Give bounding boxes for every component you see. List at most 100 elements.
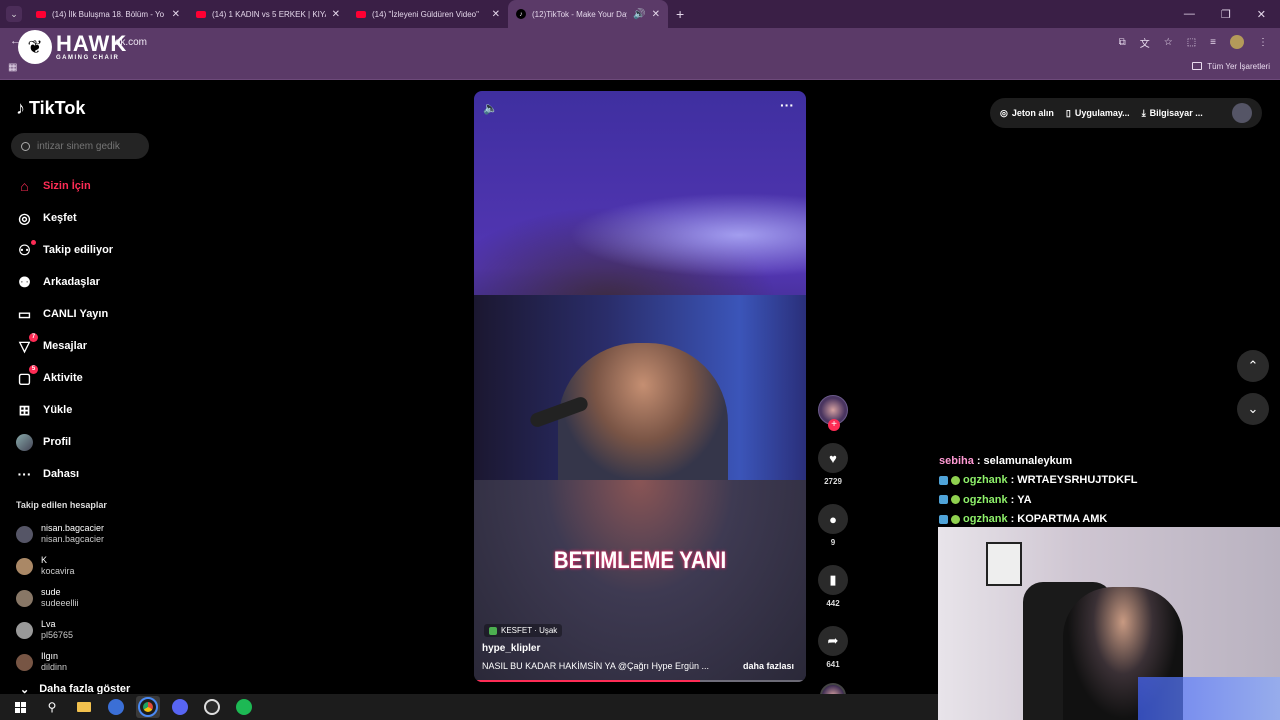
nav-label: Takip ediliyor xyxy=(43,244,114,256)
nav-friends[interactable]: ⚉ Arkadaşlar xyxy=(16,266,176,298)
list-item[interactable]: Lva pl56765 xyxy=(16,614,166,646)
close-window-icon[interactable]: ✕ xyxy=(1257,8,1266,21)
list-item[interactable]: sude sudeeellii xyxy=(16,582,166,614)
comment-action[interactable]: ● 9 xyxy=(816,504,850,547)
desktop-app-button[interactable]: ⤓ Bilgisayar ... xyxy=(1142,108,1203,119)
location-label: KESFET · Uşak xyxy=(501,626,558,635)
discord-icon[interactable] xyxy=(168,696,192,718)
profile-avatar xyxy=(16,433,33,451)
search-input[interactable] xyxy=(37,140,137,152)
nav-upload[interactable]: ⊞ Yükle xyxy=(16,394,176,426)
browser-tab-strip: ⌄ (14) İlk Buluşma 18. Bölüm - Yo ✕ (14)… xyxy=(0,0,1280,28)
nav-following[interactable]: ⚇ Takip ediliyor xyxy=(16,234,176,266)
nav-profile[interactable]: Profil xyxy=(16,426,176,458)
list-item[interactable]: Ilgın dildinn xyxy=(16,646,166,678)
reading-list-icon[interactable]: ≡ xyxy=(1210,37,1216,48)
prime-badge-icon xyxy=(939,514,948,524)
location-icon xyxy=(489,626,497,635)
compass-icon: ◎ xyxy=(18,209,31,226)
file-explorer-icon[interactable] xyxy=(72,696,96,718)
more-options-icon[interactable]: ··· xyxy=(780,97,794,113)
close-icon[interactable]: ✕ xyxy=(172,9,180,20)
nav-messages[interactable]: ▽ 7 Mesajlar xyxy=(16,330,176,362)
get-coins-button[interactable]: ◎ Jeton alın xyxy=(1000,108,1054,119)
video-description: NASIL BU KADAR HAKİMSİN YA @Çağrı Hype E… xyxy=(482,661,710,671)
address-bar: ← tok.com ⧉ 文 ☆ ⬚ ≡ ⋮ xyxy=(0,28,1280,56)
video-author[interactable]: hype_klipler xyxy=(482,643,540,654)
extensions-icon[interactable]: ⬚ xyxy=(1187,37,1196,48)
app-icon[interactable] xyxy=(104,696,128,718)
tiktok-logo[interactable]: ♪ TikTok xyxy=(16,98,85,119)
author-avatar[interactable]: + xyxy=(818,395,848,431)
account-handle: kocavira xyxy=(41,566,75,576)
like-action[interactable]: ♥ 2729 xyxy=(816,443,850,486)
location-tag[interactable]: KESFET · Uşak xyxy=(484,624,563,637)
heart-icon[interactable]: ♥ xyxy=(818,443,848,473)
search-icon[interactable]: ⚲ xyxy=(40,696,64,718)
share-action[interactable]: ➦ 641 xyxy=(816,626,850,669)
browser-tab[interactable]: (14) "İzleyeni Güldüren Video" ✕ xyxy=(348,0,508,28)
sidebar-nav: ⌂ Sizin İçin ◎ Keşfet ⚇ Takip ediliyor ⚉… xyxy=(16,170,176,490)
chat-message: ogzhank: WRTAEYSRHUJTDKFL xyxy=(939,471,1279,491)
nav-for-you[interactable]: ⌂ Sizin İçin xyxy=(16,170,176,202)
share-count: 641 xyxy=(826,660,840,669)
chat-message: ogzhank: YA xyxy=(939,490,1279,510)
video-progress-fill xyxy=(474,680,700,682)
bookmark-icon[interactable]: ▮ xyxy=(818,565,848,595)
chrome-icon[interactable] xyxy=(136,696,160,718)
previous-video-button[interactable]: ⌃ xyxy=(1237,350,1269,382)
tab-search-button[interactable]: ⌄ xyxy=(6,6,22,22)
video-person xyxy=(558,343,728,483)
nav-more[interactable]: ··· Dahası xyxy=(16,458,176,490)
obs-icon[interactable] xyxy=(200,696,224,718)
close-icon[interactable]: ✕ xyxy=(332,9,340,20)
close-icon[interactable]: ✕ xyxy=(652,9,660,20)
share-icon[interactable]: ➦ xyxy=(818,626,848,656)
apps-grid-icon[interactable]: ▦ xyxy=(8,62,17,73)
activity-badge: 5 xyxy=(29,364,38,374)
follow-plus-icon[interactable]: + xyxy=(828,419,840,431)
translate-icon[interactable]: 文 xyxy=(1140,35,1150,50)
video-progress-bar[interactable] xyxy=(474,680,806,682)
comment-count: 9 xyxy=(830,538,836,547)
list-item[interactable]: nisan.bagcacier nisan.bagcacier xyxy=(16,518,166,550)
minimize-icon[interactable]: — xyxy=(1184,8,1195,21)
browser-profile-avatar[interactable] xyxy=(1230,35,1244,49)
browser-menu-icon[interactable]: ⋮ xyxy=(1258,37,1268,48)
prime-badge-icon xyxy=(939,495,948,505)
install-app-icon[interactable]: ⧉ xyxy=(1119,37,1126,48)
messages-icon: ▽ 7 xyxy=(16,332,38,355)
comment-icon[interactable]: ● xyxy=(818,504,848,534)
save-action[interactable]: ▮ 442 xyxy=(816,565,850,608)
spotify-icon[interactable] xyxy=(232,696,256,718)
tab-title: (12)TikTok - Make Your Day xyxy=(532,9,628,19)
user-avatar[interactable] xyxy=(1232,103,1252,123)
next-video-button[interactable]: ⌄ xyxy=(1237,393,1269,425)
chat-text: YA xyxy=(1017,493,1032,506)
browser-tab[interactable]: (14) 1 KADIN vs 5 ERKEK | KIYAI ✕ xyxy=(188,0,348,28)
nav-explore[interactable]: ◎ Keşfet xyxy=(16,202,176,234)
nav-activity[interactable]: ▢ 5 Aktivite xyxy=(16,362,176,394)
see-more-description-button[interactable]: daha fazlası xyxy=(743,661,794,671)
video-player[interactable]: BETIMLEME YANI 🔈 ··· KESFET · Uşak hype_… xyxy=(474,91,806,682)
browser-tab[interactable]: (14) İlk Buluşma 18. Bölüm - Yo ✕ xyxy=(28,0,188,28)
bookmark-star-icon[interactable]: ☆ xyxy=(1164,37,1173,48)
list-item[interactable]: Kkocavira xyxy=(16,550,166,582)
volume-icon[interactable]: 🔈 xyxy=(483,101,498,115)
restore-icon[interactable]: ❐ xyxy=(1221,8,1231,21)
nav-label: Keşfet xyxy=(43,212,77,224)
browser-tab-active[interactable]: ♪ (12)TikTok - Make Your Day 🔊 ✕ xyxy=(508,0,668,28)
windows-start-icon[interactable] xyxy=(8,696,32,718)
all-bookmarks-button[interactable]: Tüm Yer İşaretleri xyxy=(1192,62,1270,71)
taskbar: ⚲ xyxy=(0,694,938,720)
nav-live[interactable]: ▭ CANLI Yayın xyxy=(16,298,176,330)
get-app-button[interactable]: ▯ Uygulamay... xyxy=(1066,108,1130,119)
search-box[interactable] xyxy=(11,133,149,159)
following-accounts-title: Takip edilen hesaplar xyxy=(16,500,107,510)
video-caption: BETIMLEME YANI xyxy=(553,547,727,574)
chat-separator: : xyxy=(1010,493,1015,506)
nav-label: Mesajlar xyxy=(43,340,88,352)
close-icon[interactable]: ✕ xyxy=(492,9,500,20)
new-tab-button[interactable]: + xyxy=(676,6,684,22)
home-icon: ⌂ xyxy=(20,178,29,194)
